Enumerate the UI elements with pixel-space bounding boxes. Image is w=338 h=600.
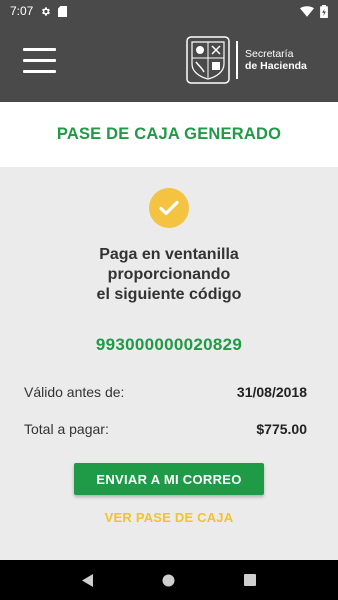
app-bar: Secretaría de Hacienda (0, 22, 338, 102)
battery-icon (320, 4, 328, 18)
hamburger-menu-icon[interactable] (23, 48, 56, 73)
home-circle-icon[interactable] (157, 568, 181, 592)
message-line: el siguiente código (96, 286, 242, 303)
payment-code: 993000000020829 (95, 335, 243, 354)
send-email-button[interactable]: ENVIAR A MI CORREO (74, 463, 264, 495)
gear-icon (40, 6, 51, 17)
back-triangle-icon[interactable] (76, 568, 100, 592)
total-label: Total a pagar: (24, 421, 109, 437)
status-time: 7:07 (10, 4, 34, 18)
hacienda-seal-icon (186, 36, 230, 84)
total-value: $775.00 (256, 421, 307, 437)
main-content: Paga en ventanilla proporcionando el sig… (0, 167, 338, 560)
view-pass-link[interactable]: VER PASE DE CAJA (0, 510, 338, 525)
hamburger-line (23, 70, 56, 73)
valid-until-row: Válido antes de: 31/08/2018 (24, 384, 307, 400)
status-bar-right (300, 4, 328, 18)
message-line: proporcionando (107, 266, 231, 283)
sd-card-icon (58, 5, 68, 17)
brand-name: Secretaría de Hacienda (245, 48, 307, 72)
page-title: PASE DE CAJA GENERADO (56, 125, 282, 143)
instruction-message: Paga en ventanilla proporcionando el sig… (0, 245, 338, 305)
total-row: Total a pagar: $775.00 (24, 421, 307, 437)
brand-logo: Secretaría de Hacienda (186, 36, 307, 84)
page-title-bar: PASE DE CAJA GENERADO (0, 102, 338, 167)
valid-until-value: 31/08/2018 (236, 384, 307, 400)
hamburger-line (23, 48, 56, 51)
brand-line2: de Hacienda (245, 60, 307, 72)
recents-square-icon[interactable] (238, 568, 262, 592)
brand-divider (236, 41, 238, 79)
checkmark-icon (149, 188, 189, 228)
wifi-icon (300, 5, 314, 17)
message-line: Paga en ventanilla (99, 246, 239, 263)
status-bar: 7:07 (0, 0, 338, 22)
valid-until-label: Válido antes de: (24, 384, 125, 400)
system-nav-bar (0, 560, 338, 600)
hamburger-line (23, 59, 56, 62)
brand-line1: Secretaría (245, 48, 294, 60)
status-bar-left: 7:07 (10, 4, 68, 18)
